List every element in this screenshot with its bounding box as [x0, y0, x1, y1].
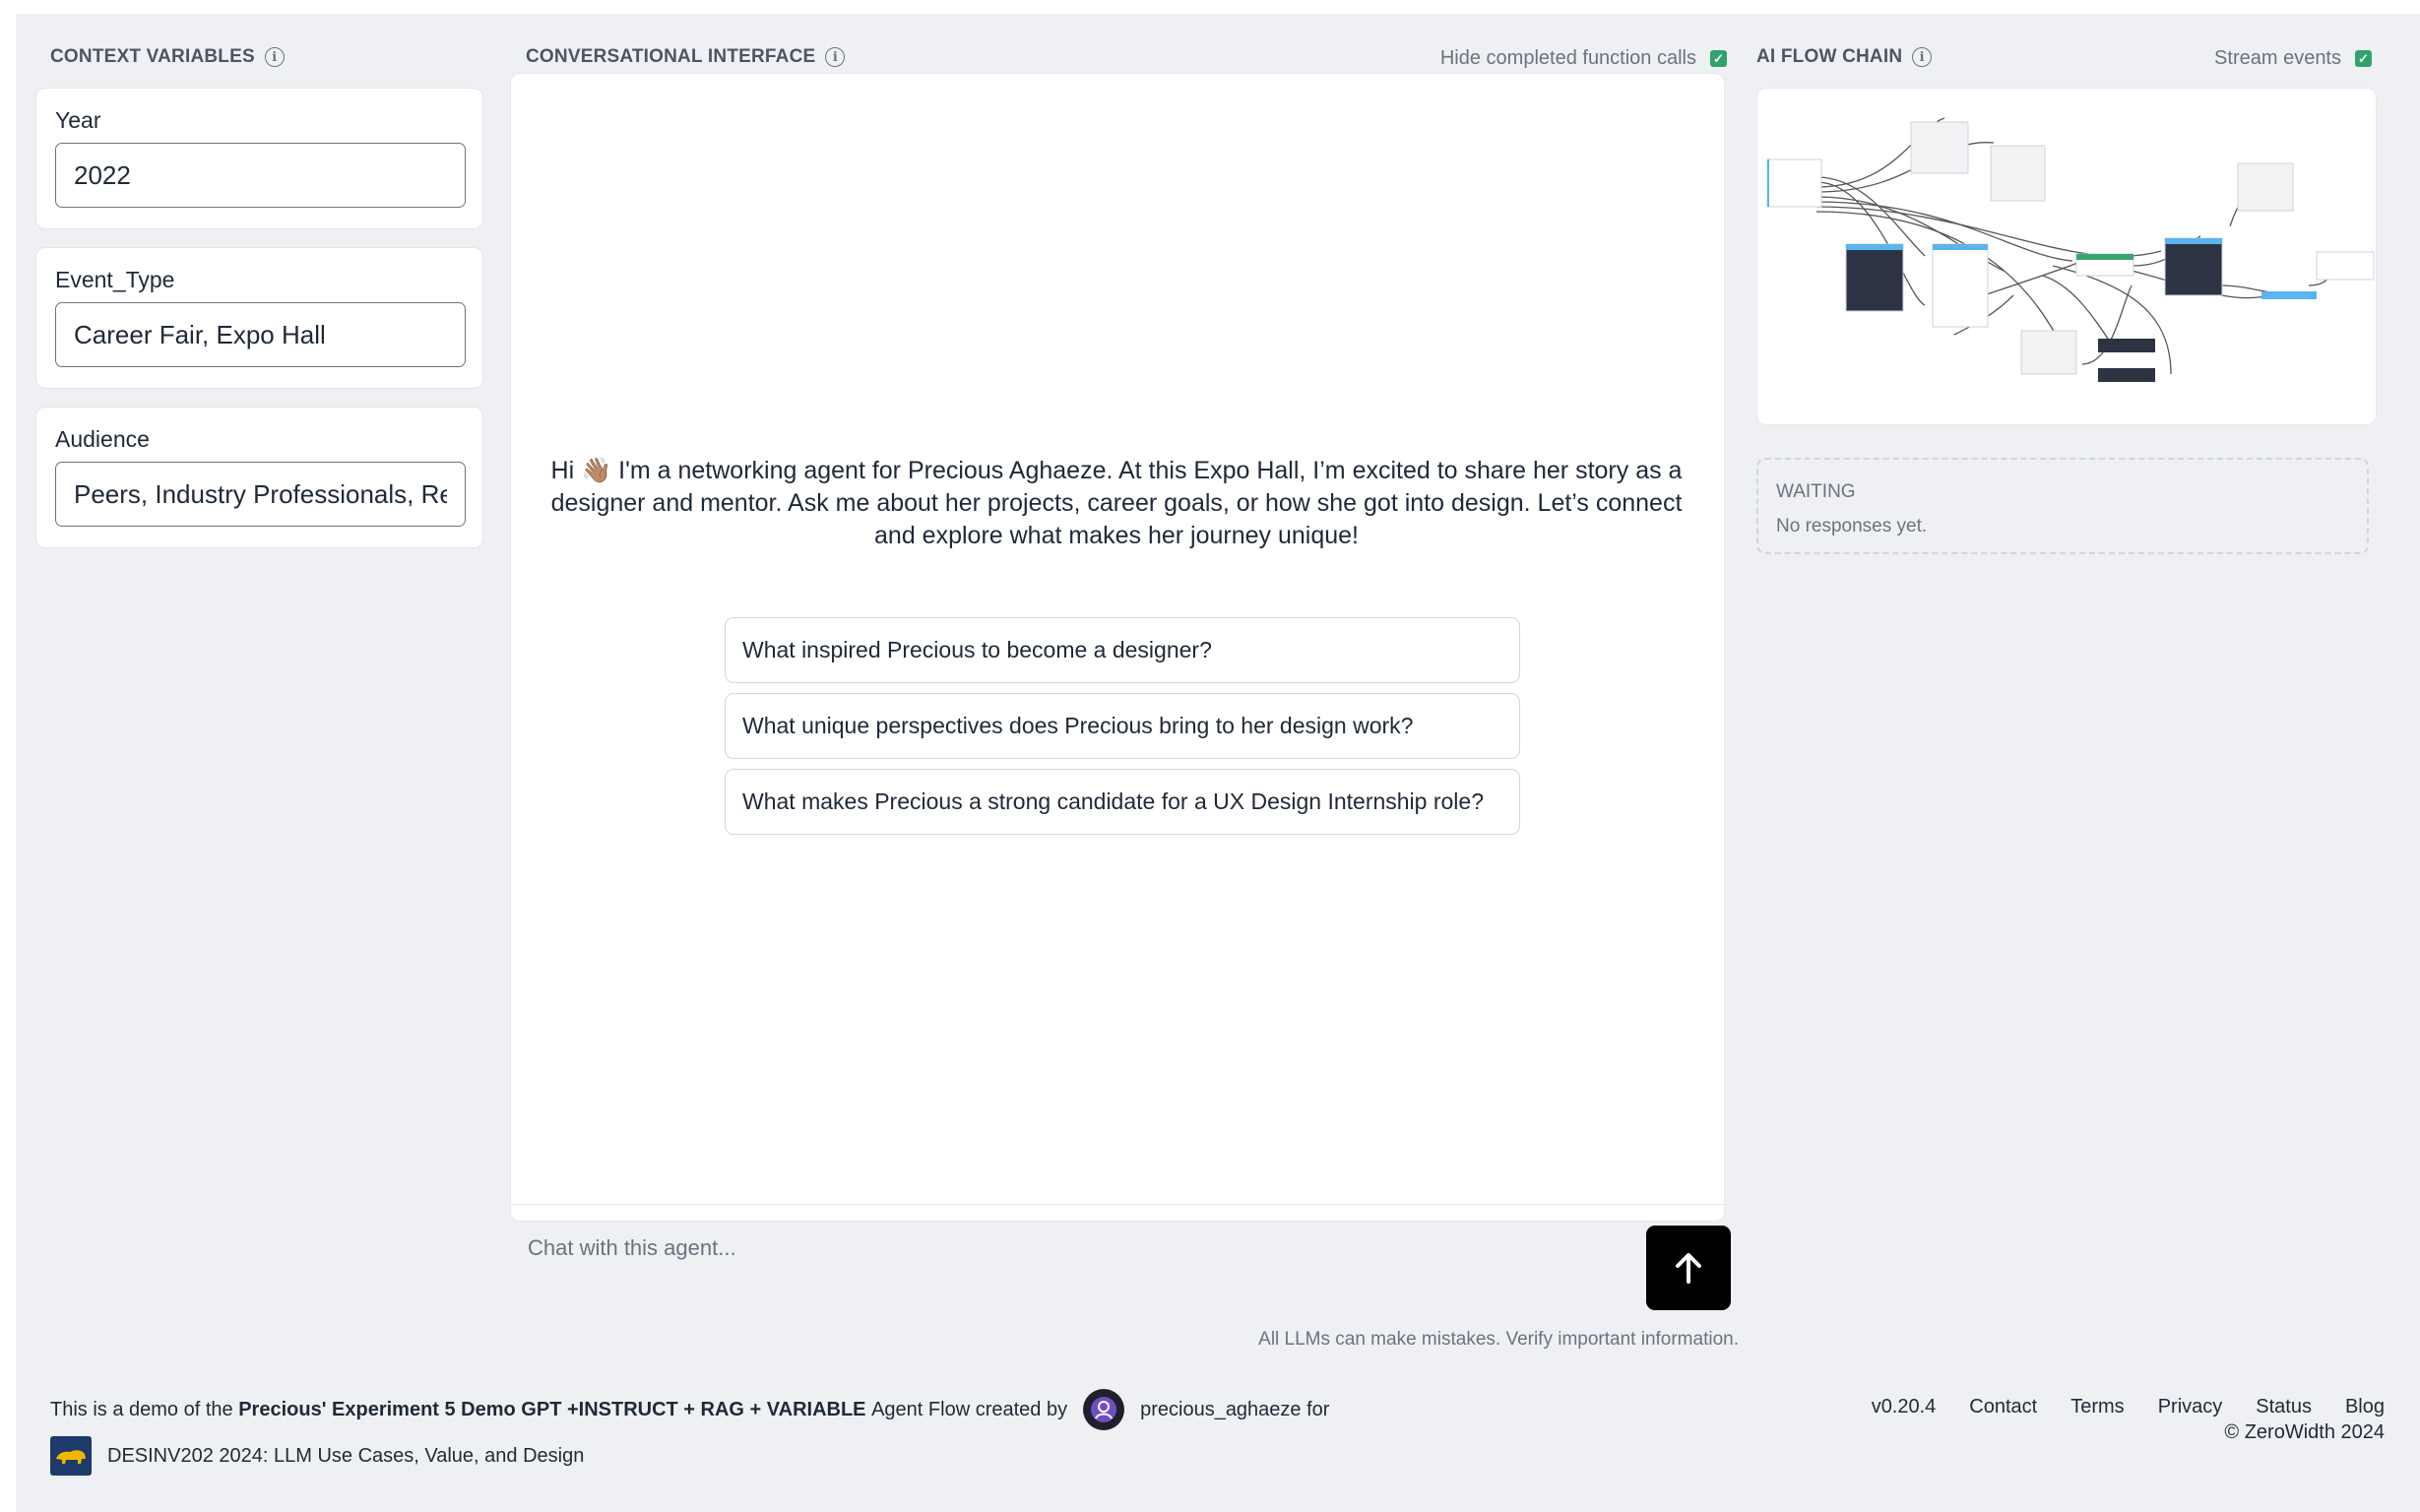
- event-type-field[interactable]: [55, 302, 466, 367]
- course-name[interactable]: DESINV202 2024: LLM Use Cases, Value, an…: [107, 1445, 584, 1468]
- user-avatar[interactable]: [1083, 1389, 1125, 1430]
- arrow-up-icon: [1676, 1253, 1701, 1284]
- flow-name[interactable]: Precious' Experiment 5 Demo GPT +INSTRUC…: [238, 1399, 865, 1421]
- info-icon[interactable]: i: [1912, 47, 1933, 67]
- author-username[interactable]: precious_aghaeze for: [1140, 1399, 1329, 1421]
- llm-disclaimer: All LLMs can make mistakes. Verify impor…: [1258, 1329, 1739, 1350]
- stream-events-toggle[interactable]: Stream events ✓: [2214, 47, 2372, 70]
- copyright: © ZeroWidth 2024: [2224, 1421, 2385, 1443]
- version-label: v0.20.4: [1871, 1396, 1937, 1418]
- variable-card-year: Year: [35, 88, 483, 229]
- hide-completed-checkbox[interactable]: ✓: [1710, 50, 1727, 67]
- variable-label: Event_Type: [55, 267, 175, 292]
- agent-greeting: Hi 👋🏽 I'm a networking agent for Preciou…: [550, 457, 1683, 549]
- suggestion-chip[interactable]: What inspired Precious to become a desig…: [725, 617, 1520, 683]
- privacy-link[interactable]: Privacy: [2158, 1396, 2223, 1418]
- variable-card-audience: Audience: [35, 407, 483, 548]
- chat-divider: [511, 1204, 1726, 1205]
- footer-course: DESINV202 2024: LLM Use Cases, Value, an…: [50, 1436, 584, 1476]
- audience-field[interactable]: [55, 462, 466, 527]
- footer-attribution: This is a demo of the Precious' Experime…: [50, 1389, 1329, 1430]
- bear-logo-icon: [50, 1436, 92, 1476]
- variable-label: Year: [55, 107, 101, 133]
- send-button[interactable]: [1646, 1226, 1731, 1310]
- chat-input[interactable]: [528, 1224, 1611, 1273]
- user-icon: [1091, 1397, 1117, 1422]
- info-icon[interactable]: i: [825, 47, 846, 67]
- blog-link[interactable]: Blog: [2345, 1396, 2385, 1418]
- status-title: WAITING: [1776, 481, 1856, 502]
- footer-links: v0.20.4 Contact Terms Privacy Status Blo…: [1872, 1396, 2385, 1418]
- contact-link[interactable]: Contact: [1969, 1396, 2037, 1418]
- variable-label: Audience: [55, 426, 150, 452]
- flow-graph: [1766, 117, 2375, 382]
- suggestion-chip[interactable]: What unique perspectives does Precious b…: [725, 693, 1520, 759]
- flow-nodes: [1766, 121, 2375, 382]
- flow-chain-diagram[interactable]: [1756, 88, 2377, 425]
- info-icon[interactable]: i: [264, 47, 285, 67]
- status-text: No responses yet.: [1776, 516, 1928, 536]
- variable-card-event-type: Event_Type: [35, 247, 483, 389]
- flow-status-box: WAITING No responses yet.: [1756, 458, 2369, 554]
- chat-panel: Hi 👋🏽 I'm a networking agent for Preciou…: [510, 73, 1726, 1222]
- suggestion-chip[interactable]: What makes Precious a strong candidate f…: [725, 769, 1520, 835]
- context-variables-title: CONTEXT VARIABLES i: [50, 46, 285, 68]
- hide-completed-toggle[interactable]: Hide completed function calls ✓: [1440, 47, 1727, 70]
- status-link[interactable]: Status: [2256, 1396, 2312, 1418]
- conversational-interface-title: CONVERSATIONAL INTERFACE i: [526, 46, 846, 68]
- stream-events-checkbox[interactable]: ✓: [2355, 50, 2372, 67]
- ai-flow-chain-title: AI FLOW CHAIN i: [1756, 46, 1933, 68]
- year-field[interactable]: [55, 143, 466, 208]
- terms-link[interactable]: Terms: [2070, 1396, 2124, 1418]
